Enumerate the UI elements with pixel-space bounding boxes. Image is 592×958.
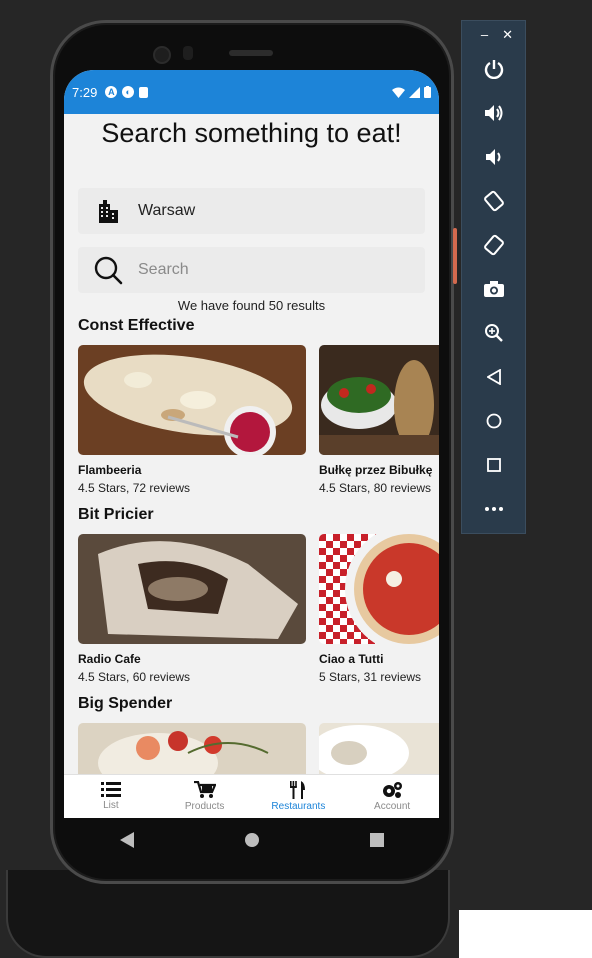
rotate-left-icon bbox=[483, 190, 504, 212]
restaurant-name: Ciao a Tutti bbox=[319, 652, 384, 666]
restaurant-card[interactable]: Ciao a Tutti 5 Stars, 31 reviews bbox=[319, 534, 439, 684]
cart-icon bbox=[193, 781, 216, 798]
tab-restaurants[interactable]: Restaurants bbox=[252, 775, 346, 818]
wifi-icon bbox=[392, 87, 405, 98]
status-bar: 7:29 A ◐ bbox=[64, 70, 439, 114]
notification-sync-icon: ◐ bbox=[122, 86, 135, 98]
home-nav-icon[interactable] bbox=[244, 833, 259, 847]
status-time: 7:29 bbox=[72, 84, 98, 100]
tab-label: Restaurants bbox=[271, 801, 326, 812]
zoom-icon bbox=[484, 324, 503, 342]
list-icon bbox=[100, 782, 121, 797]
city-buildings-icon bbox=[78, 188, 138, 234]
home-icon bbox=[486, 413, 501, 429]
rotate-left-button[interactable] bbox=[462, 179, 525, 223]
more-button[interactable] bbox=[462, 487, 525, 531]
results-count: We have found 50 results bbox=[177, 298, 326, 313]
volume-down-icon bbox=[485, 149, 500, 165]
section-title-big-spender: Big Spender bbox=[78, 695, 173, 712]
tab-label: Products bbox=[184, 801, 225, 812]
tab-label: List bbox=[103, 800, 119, 811]
rotate-right-button[interactable] bbox=[462, 223, 525, 267]
battery-icon bbox=[424, 86, 431, 98]
search-icon bbox=[78, 247, 138, 293]
earpiece-speaker bbox=[229, 50, 273, 56]
restaurant-rating: 4.5 Stars, 72 reviews bbox=[78, 481, 191, 495]
restaurant-name: Bułkę przez Bibułkę bbox=[319, 463, 433, 477]
restaurant-photo-margherita bbox=[319, 534, 439, 644]
restaurant-photo-cake bbox=[78, 534, 306, 644]
minimize-icon[interactable]: – bbox=[481, 27, 488, 47]
restaurant-name: Flambeeria bbox=[78, 463, 142, 477]
home-button[interactable] bbox=[462, 399, 525, 443]
fork-knife-icon bbox=[290, 781, 306, 799]
search-placeholder: Search bbox=[138, 261, 189, 278]
gears-icon bbox=[383, 782, 403, 798]
volume-up-icon bbox=[484, 105, 502, 121]
screenshot-button[interactable] bbox=[462, 267, 525, 311]
restaurant-rating: 5 Stars, 31 reviews bbox=[319, 670, 422, 684]
power-button[interactable] bbox=[462, 47, 525, 91]
app-screen: 7:29 A ◐ Search something to eat! Warsaw… bbox=[64, 70, 439, 818]
overview-icon bbox=[486, 458, 501, 472]
zoom-button[interactable] bbox=[462, 311, 525, 355]
sensor bbox=[183, 46, 193, 60]
tab-products[interactable]: Products bbox=[158, 775, 252, 818]
signal-icon bbox=[409, 86, 420, 98]
notification-a-icon: A bbox=[105, 86, 118, 98]
background-white-area bbox=[459, 910, 592, 958]
overview-button[interactable] bbox=[462, 443, 525, 487]
city-value: Warsaw bbox=[138, 202, 196, 219]
restaurant-name: Radio Cafe bbox=[78, 652, 141, 666]
front-camera bbox=[153, 46, 171, 64]
restaurant-card[interactable]: Radio Cafe 4.5 Stars, 60 reviews bbox=[78, 534, 306, 684]
bottom-navigation: List Products Restaurants Account bbox=[64, 774, 439, 818]
restaurant-rating: 4.5 Stars, 60 reviews bbox=[78, 670, 191, 684]
volume-up-button[interactable] bbox=[462, 91, 525, 135]
sd-card-icon bbox=[139, 86, 149, 98]
back-button[interactable] bbox=[462, 355, 525, 399]
search-input[interactable]: Search bbox=[78, 247, 425, 293]
tab-account[interactable]: Account bbox=[345, 775, 439, 818]
recents-nav-icon[interactable] bbox=[369, 833, 384, 847]
panel-window-controls: – ✕ bbox=[462, 21, 525, 47]
restaurant-rating: 4.5 Stars, 80 reviews bbox=[319, 481, 432, 495]
system-navigation bbox=[64, 818, 439, 862]
restaurant-photo-pizza bbox=[78, 345, 306, 455]
close-icon[interactable]: ✕ bbox=[502, 27, 513, 47]
restaurant-photo-salad bbox=[319, 345, 439, 455]
back-nav-icon[interactable] bbox=[119, 832, 134, 848]
section-title-const-effective: Const Effective bbox=[78, 317, 195, 334]
camera-icon bbox=[483, 281, 504, 297]
restaurant-card[interactable]: Flambeeria 4.5 Stars, 72 reviews bbox=[78, 345, 306, 495]
side-button-accent bbox=[453, 228, 457, 284]
page-title: Search something to eat! bbox=[101, 118, 402, 148]
city-field[interactable]: Warsaw bbox=[78, 188, 425, 234]
tab-label: Account bbox=[374, 801, 411, 812]
emulator-control-panel: – ✕ bbox=[461, 20, 526, 534]
status-right bbox=[392, 86, 431, 98]
restaurant-card[interactable]: Bułkę przez Bibułkę 4.5 Stars, 80 review… bbox=[319, 345, 439, 495]
power-icon bbox=[484, 60, 503, 79]
rotate-right-icon bbox=[483, 234, 504, 256]
volume-down-button[interactable] bbox=[462, 135, 525, 179]
back-icon bbox=[486, 369, 501, 385]
tab-list[interactable]: List bbox=[64, 775, 158, 818]
section-title-bit-pricier: Bit Pricier bbox=[78, 506, 154, 523]
more-icon bbox=[484, 507, 503, 511]
